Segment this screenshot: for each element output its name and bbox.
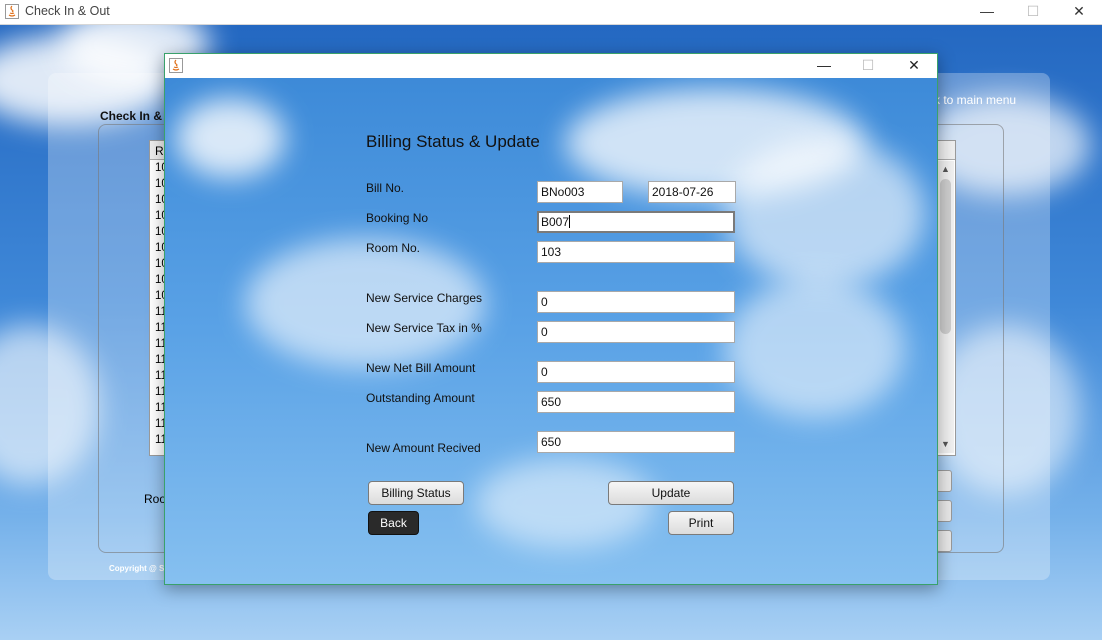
new-service-charges-field[interactable]: 0 — [537, 291, 735, 313]
new-service-tax-label: New Service Tax in % — [366, 321, 482, 335]
booking-no-label: Booking No — [366, 211, 429, 225]
back-to-main-menu-link[interactable]: ck to main menu — [928, 93, 1016, 107]
copyright-text: Copyright @ Si — [109, 564, 167, 573]
table-header-cell: R — [155, 144, 164, 158]
outstanding-amount-field[interactable]: 650 — [537, 391, 735, 413]
java-app-icon — [5, 4, 19, 19]
dialog-heading: Billing Status & Update — [366, 132, 540, 151]
scroll-down-arrow-icon[interactable]: ▼ — [941, 439, 950, 449]
billing-status-button[interactable]: Billing Status — [368, 481, 464, 505]
close-button[interactable]: ✕ — [1056, 0, 1102, 24]
bill-no-field[interactable]: BNo003 — [537, 181, 623, 203]
room-no-label: Room No. — [366, 241, 421, 255]
background-button[interactable] — [936, 470, 952, 492]
new-service-charges-label: New Service Charges — [366, 291, 483, 305]
window-titlebar: Check In & Out — ☐ ✕ — [0, 0, 1102, 25]
new-net-bill-label: New Net Bill Amount — [366, 361, 476, 375]
dialog-close-button[interactable]: ✕ — [891, 54, 937, 78]
billing-dialog: — ☐ ✕ Billing Status & Update Bill No. B… — [164, 53, 938, 585]
maximize-button[interactable]: ☐ — [1010, 0, 1056, 24]
dialog-titlebar: — ☐ ✕ — [165, 54, 937, 78]
room-label: Roo — [144, 492, 167, 506]
table-scrollbar[interactable]: ▲ ▼ — [937, 161, 954, 453]
background-button[interactable] — [936, 530, 952, 552]
bill-no-label: Bill No. — [366, 181, 405, 195]
new-service-tax-field[interactable]: 0 — [537, 321, 735, 343]
new-net-bill-field[interactable]: 0 — [537, 361, 735, 383]
room-no-field[interactable]: 103 — [537, 241, 735, 263]
java-app-icon — [169, 58, 183, 73]
update-button[interactable]: Update — [608, 481, 734, 505]
back-button[interactable]: Back — [368, 511, 419, 535]
background-frame-title: Check In & — [100, 109, 163, 123]
dialog-minimize-button[interactable]: — — [801, 54, 847, 78]
text-caret — [569, 215, 571, 228]
scrollbar-thumb[interactable] — [940, 179, 951, 334]
booking-no-field[interactable]: B007 — [537, 211, 735, 233]
window-title: Check In & Out — [25, 4, 110, 18]
print-button[interactable]: Print — [668, 511, 734, 535]
new-amount-received-label: New Amount Recived — [366, 441, 481, 455]
dialog-maximize-button[interactable]: ☐ — [845, 54, 891, 78]
outstanding-amount-label: Outstanding Amount — [366, 391, 475, 405]
bill-date-field[interactable]: 2018-07-26 — [648, 181, 736, 203]
booking-no-value: B007 — [541, 215, 570, 229]
dialog-body: Billing Status & Update Bill No. BNo003 … — [165, 78, 937, 584]
background-button[interactable] — [936, 500, 952, 522]
minimize-button[interactable]: — — [964, 0, 1010, 24]
new-amount-received-field[interactable]: 650 — [537, 431, 735, 453]
scroll-up-arrow-icon[interactable]: ▲ — [941, 164, 950, 174]
